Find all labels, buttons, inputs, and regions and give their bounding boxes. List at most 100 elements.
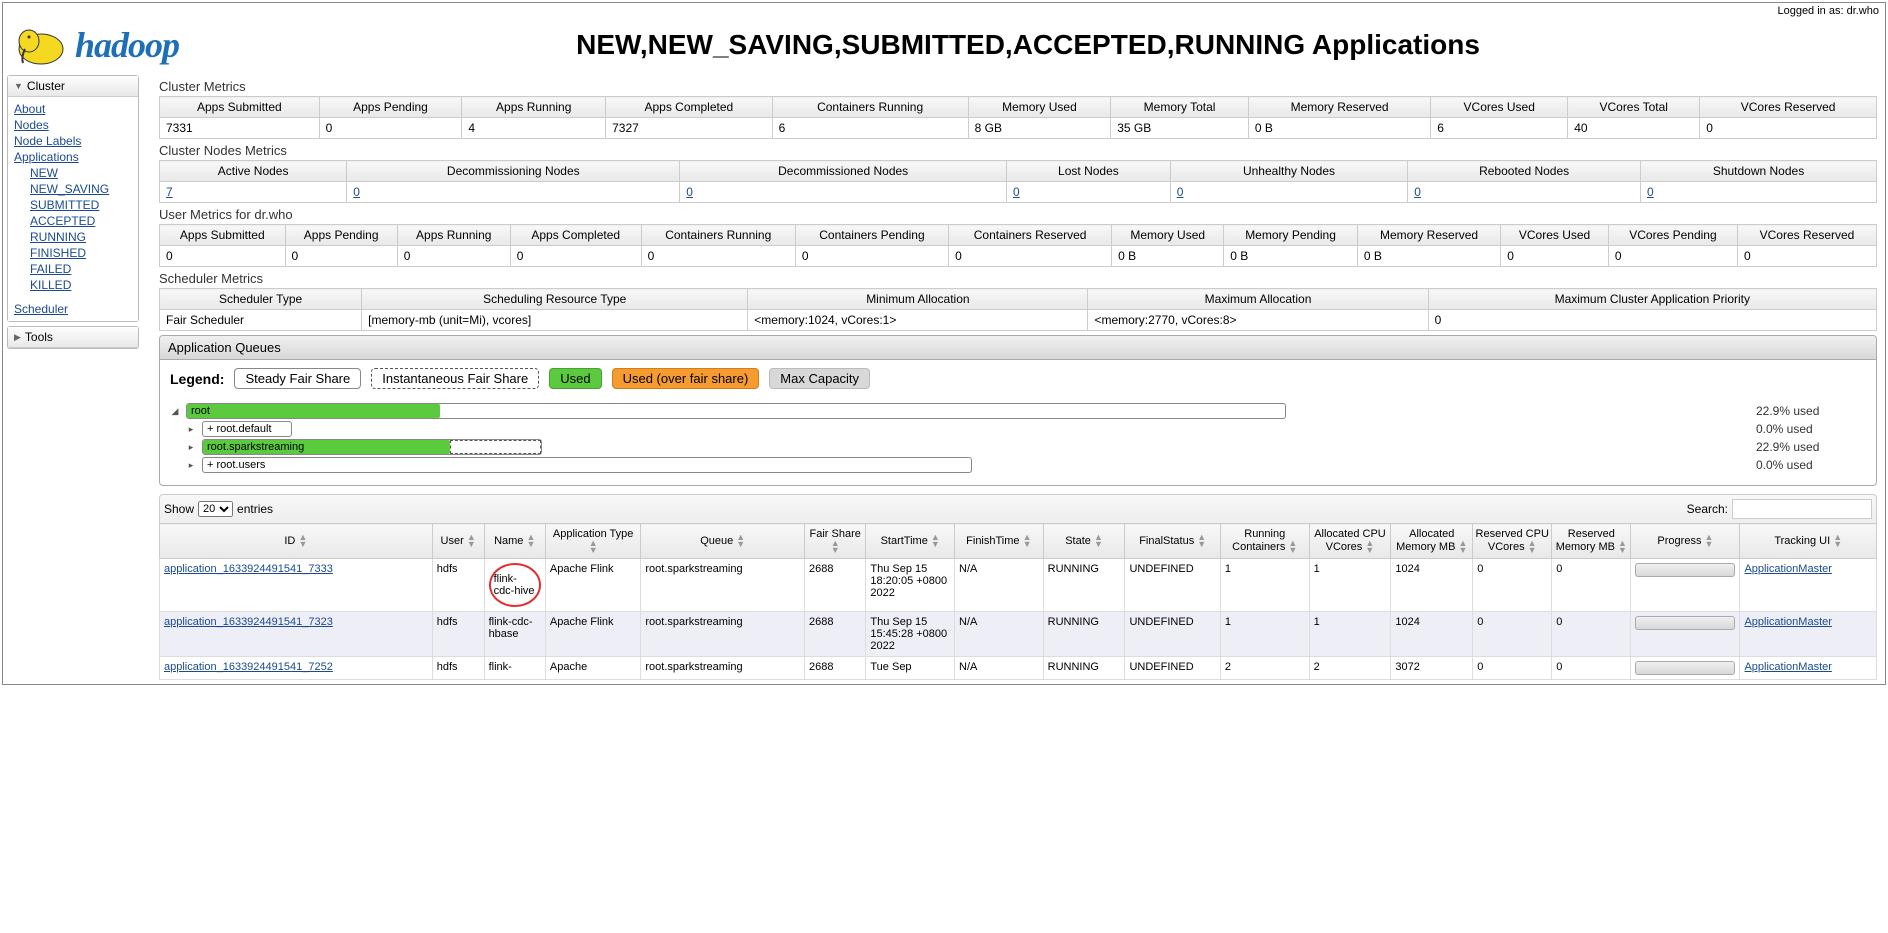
- entries-select[interactable]: 20: [198, 501, 233, 517]
- app-column-header[interactable]: Allocated Memory MB ▲▼: [1391, 524, 1473, 559]
- app-column-header[interactable]: State ▲▼: [1043, 524, 1125, 559]
- app-column-header[interactable]: Application Type ▲▼: [545, 524, 640, 559]
- metric-value: 0: [1738, 246, 1877, 267]
- sort-icon: ▲▼: [1833, 534, 1842, 548]
- cell-tracking: ApplicationMaster: [1740, 657, 1877, 680]
- cell-starttime: Tue Sep: [866, 657, 955, 680]
- metric-header: Memory Used: [968, 97, 1111, 118]
- cell-id: application_1633924491541_7333: [160, 559, 433, 612]
- app-column-header[interactable]: Tracking UI ▲▼: [1740, 524, 1877, 559]
- metric-header: Containers Pending: [795, 225, 948, 246]
- cell-fairshare: 2688: [805, 559, 866, 612]
- search-input[interactable]: [1732, 499, 1872, 519]
- node-count-link[interactable]: 0: [1013, 185, 1020, 199]
- app-id-link[interactable]: application_1633924491541_7333: [164, 563, 333, 575]
- cell-containers: 2: [1220, 657, 1309, 680]
- cell-state: RUNNING: [1043, 559, 1125, 612]
- tracking-link[interactable]: ApplicationMaster: [1744, 563, 1831, 575]
- metric-header: Memory Pending: [1224, 225, 1358, 246]
- logo-text: hadoop: [75, 24, 179, 66]
- metric-header: Memory Used: [1112, 225, 1224, 246]
- expand-icon[interactable]: ▸: [186, 424, 196, 435]
- metric-value: Fair Scheduler: [160, 310, 362, 331]
- sidebar-link-new-saving[interactable]: NEW_SAVING: [30, 181, 132, 197]
- app-id-link[interactable]: application_1633924491541_7323: [164, 616, 333, 628]
- sidebar-link-accepted[interactable]: ACCEPTED: [30, 213, 132, 229]
- queue-default[interactable]: ▸ + root.default 0.0% used: [186, 421, 1866, 437]
- app-column-header[interactable]: Allocated CPU VCores ▲▼: [1309, 524, 1391, 559]
- chevron-down-icon: ▼: [14, 81, 23, 91]
- cell-tracking: ApplicationMaster: [1740, 612, 1877, 657]
- sidebar-link-finished[interactable]: FINISHED: [30, 245, 132, 261]
- sort-icon: ▲▼: [1458, 540, 1467, 554]
- metric-value: 35 GB: [1111, 118, 1249, 139]
- sidebar-link-new[interactable]: NEW: [30, 165, 132, 181]
- app-column-header[interactable]: Running Containers ▲▼: [1220, 524, 1309, 559]
- app-column-header[interactable]: Name ▲▼: [484, 524, 545, 559]
- node-count-link[interactable]: 7: [166, 185, 173, 199]
- app-column-header[interactable]: Progress ▲▼: [1631, 524, 1740, 559]
- app-column-header[interactable]: User ▲▼: [432, 524, 484, 559]
- app-column-header[interactable]: Fair Share ▲▼: [805, 524, 866, 559]
- queue-root[interactable]: ◢ root 22.9% used: [170, 403, 1866, 419]
- metric-value: 0: [285, 246, 397, 267]
- metric-header: Apps Pending: [319, 97, 462, 118]
- node-count-link[interactable]: 0: [353, 185, 360, 199]
- app-id-link[interactable]: application_1633924491541_7252: [164, 661, 333, 673]
- collapse-icon[interactable]: ◢: [170, 406, 180, 417]
- app-row: application_1633924491541_7323hdfsflink-…: [160, 612, 1877, 657]
- app-column-header[interactable]: Reserved Memory MB ▲▼: [1552, 524, 1631, 559]
- expand-icon[interactable]: ▸: [186, 460, 196, 471]
- sort-icon: ▲▼: [1023, 534, 1032, 548]
- cell-user: hdfs: [432, 657, 484, 680]
- sidebar-link-failed[interactable]: FAILED: [30, 261, 132, 277]
- cell-cpu: 1: [1309, 612, 1391, 657]
- logo[interactable]: hadoop: [11, 23, 179, 67]
- search-label: Search:: [1687, 502, 1728, 516]
- app-column-header[interactable]: FinalStatus ▲▼: [1125, 524, 1220, 559]
- app-column-header[interactable]: ID ▲▼: [160, 524, 433, 559]
- tracking-link[interactable]: ApplicationMaster: [1744, 616, 1831, 628]
- cell-id: application_1633924491541_7252: [160, 657, 433, 680]
- legend-used: Used: [549, 368, 601, 389]
- cell-finalstatus: UNDEFINED: [1125, 559, 1220, 612]
- metric-value: 6: [1431, 118, 1568, 139]
- metric-header: VCores Pending: [1608, 225, 1737, 246]
- expand-icon[interactable]: ▸: [186, 442, 196, 453]
- node-count-link[interactable]: 0: [686, 185, 693, 199]
- cell-progress: [1631, 657, 1740, 680]
- cell-containers: 1: [1220, 559, 1309, 612]
- metric-header: Containers Running: [641, 225, 795, 246]
- tracking-link[interactable]: ApplicationMaster: [1744, 661, 1831, 673]
- sidebar-link-applications[interactable]: Applications: [14, 149, 132, 165]
- sidebar-link-killed[interactable]: KILLED: [30, 277, 132, 293]
- sort-icon: ▲▼: [1365, 540, 1374, 554]
- sidebar-header-tools[interactable]: ▶ Tools: [8, 327, 138, 348]
- sidebar-link-nodes[interactable]: Nodes: [14, 117, 132, 133]
- sidebar-header-cluster[interactable]: ▼ Cluster: [8, 76, 138, 97]
- metric-header: Apps Submitted: [160, 97, 320, 118]
- app-column-header[interactable]: Queue ▲▼: [641, 524, 805, 559]
- queue-users[interactable]: ▸ + root.users 0.0% used: [186, 457, 1866, 473]
- app-column-header[interactable]: Reserved CPU VCores ▲▼: [1473, 524, 1552, 559]
- section-cluster-metrics: Cluster Metrics: [159, 79, 1877, 94]
- applications-table: ID ▲▼User ▲▼Name ▲▼Application Type ▲▼Qu…: [159, 523, 1877, 680]
- app-column-header[interactable]: FinishTime ▲▼: [955, 524, 1044, 559]
- node-count-link[interactable]: 0: [1647, 185, 1654, 199]
- metric-value: 7331: [160, 118, 320, 139]
- sidebar-link-about[interactable]: About: [14, 101, 132, 117]
- sidebar-link-submitted[interactable]: SUBMITTED: [30, 197, 132, 213]
- sidebar-link-scheduler[interactable]: Scheduler: [14, 301, 132, 317]
- metric-value: 0: [795, 246, 948, 267]
- node-count-link[interactable]: 0: [1177, 185, 1184, 199]
- node-count-link[interactable]: 0: [1414, 185, 1421, 199]
- sidebar-link-node-labels[interactable]: Node Labels: [14, 133, 132, 149]
- metric-value: 7327: [606, 118, 772, 139]
- sidebar-link-running[interactable]: RUNNING: [30, 229, 132, 245]
- metric-header: Apps Running: [462, 97, 606, 118]
- sort-icon: ▲▼: [467, 534, 476, 548]
- metric-header: Unhealthy Nodes: [1170, 161, 1407, 182]
- metric-value: 0: [1608, 246, 1737, 267]
- queue-sparkstreaming[interactable]: ▸ root.sparkstreaming 22.9% used: [186, 439, 1866, 455]
- app-column-header[interactable]: StartTime ▲▼: [866, 524, 955, 559]
